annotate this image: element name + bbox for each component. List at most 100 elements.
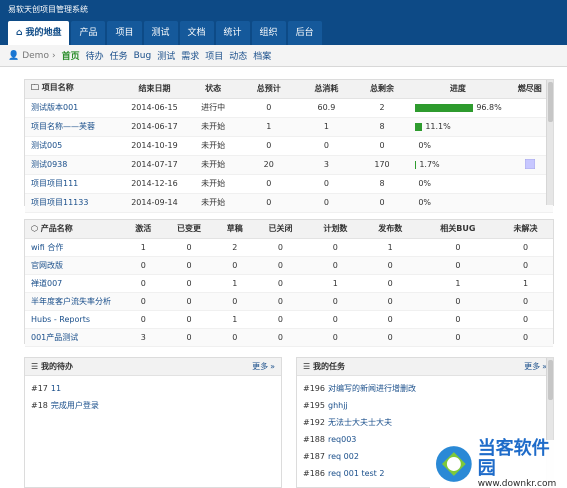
product-name-link[interactable]: 禅道007 — [25, 274, 125, 293]
progress-text: 0% — [418, 179, 432, 188]
task-title: 我的任务 — [312, 362, 345, 371]
product-stat: 1 — [125, 238, 162, 257]
tab-doc[interactable]: 文档 — [179, 21, 214, 45]
scroll-thumb[interactable] — [548, 82, 553, 122]
item-text[interactable]: 对编写的新闻进行增删改 — [328, 383, 416, 394]
tab-product[interactable]: 产品 — [71, 21, 106, 45]
subnav-test[interactable]: 测试 — [157, 49, 175, 62]
end-date: 2014-06-17 — [122, 117, 187, 137]
project-name-link[interactable]: 测试0938 — [25, 155, 123, 175]
item-text[interactable]: 11 — [51, 384, 61, 393]
product-stat: 1 — [417, 274, 499, 293]
item-text[interactable]: req 002 — [328, 452, 359, 461]
chevron-right-icon: › — [51, 50, 56, 61]
product-stat: 0 — [417, 328, 499, 347]
project-panel: 🗀 项目名称 结束日期 状态 总预计 总消耗 总剩余 进度 燃尽图 测试版本00… — [24, 79, 554, 213]
tab-stats[interactable]: 统计 — [215, 21, 250, 45]
main-navigation: ⌂ 我的地盘 产品 项目 测试 文档 统计 组织 后台 — [8, 21, 322, 45]
item-text[interactable]: 完成用户登录 — [51, 400, 99, 411]
product-name-link[interactable]: 半年度客户流失率分析 — [25, 292, 125, 311]
list-item[interactable]: #18 完成用户登录 — [31, 397, 275, 414]
product-stat: 0 — [253, 274, 308, 293]
progress-cell: 96.8% — [409, 98, 507, 118]
item-text[interactable]: req 001 test 2 — [328, 469, 384, 478]
todo-more-link[interactable]: 更多» — [252, 361, 275, 372]
product-stat: 0 — [125, 310, 162, 329]
tab-project[interactable]: 项目 — [107, 21, 142, 45]
product-stat: 0 — [307, 328, 363, 347]
end-date: 2014-10-19 — [122, 136, 187, 156]
product-stat: 0 — [498, 256, 553, 275]
subnav-project[interactable]: 项目 — [205, 49, 223, 62]
item-text[interactable]: 无法士大夫士大夫 — [328, 417, 392, 428]
col-total-left: 总剩余 — [354, 80, 410, 99]
tab-my-area[interactable]: ⌂ 我的地盘 — [8, 21, 70, 45]
subnav-profile[interactable]: 档案 — [253, 49, 271, 62]
product-stat: 1 — [216, 274, 254, 293]
list-item[interactable]: #192 无法士大夫士大夫 — [303, 414, 547, 431]
item-text[interactable]: ghhjj — [328, 401, 348, 410]
project-name-link[interactable]: 项目名称——芙蓉 — [25, 117, 123, 137]
table-row: 禅道007 0 0 1 0 1 0 1 1 — [25, 274, 553, 293]
tab-admin[interactable]: 后台 — [287, 21, 322, 45]
progress-text: 96.8% — [476, 103, 502, 112]
todo-panel: ☰ 我的待办 更多» #17 11 #18 完成用户登录 — [24, 357, 282, 488]
product-stat: 0 — [498, 328, 553, 347]
scroll-thumb[interactable] — [548, 360, 553, 400]
product-name-link[interactable]: wifi 合作 — [25, 238, 125, 257]
product-stat: 0 — [498, 292, 553, 311]
project-name-link[interactable]: 测试版本001 — [25, 98, 123, 118]
table-row: Hubs - Reports 0 0 1 0 0 0 0 0 — [25, 310, 553, 329]
task-more-link[interactable]: 更多» — [524, 361, 547, 372]
subnav-todo[interactable]: 待办 — [86, 49, 104, 62]
table-row: wifi 合作 1 0 2 0 0 1 0 0 — [25, 238, 553, 257]
product-name-link[interactable]: 001产品测试 — [25, 328, 125, 347]
project-name-link[interactable]: 项目项目111 — [25, 174, 123, 194]
progress-text: 0% — [418, 141, 432, 150]
project-name-link[interactable]: 项目项目11133 — [25, 193, 123, 213]
product-stat: 0 — [307, 310, 363, 329]
progress-cell: 0% — [409, 193, 507, 213]
subnav-bug[interactable]: Bug — [134, 51, 152, 61]
total-consumed: 1 — [298, 117, 355, 137]
product-stat: 0 — [307, 238, 363, 257]
list-item[interactable]: #195 ghhjj — [303, 397, 547, 414]
tab-label: 我的地盘 — [25, 28, 62, 38]
subnav-story[interactable]: 需求 — [181, 49, 199, 62]
product-stat: 0 — [161, 292, 217, 311]
product-stat: 0 — [253, 328, 308, 347]
item-id: #188 — [303, 435, 325, 444]
progress-text: 0% — [418, 198, 432, 207]
task-header: ☰ 我的任务 更多» — [297, 358, 553, 376]
subnav-dynamic[interactable]: 动态 — [229, 49, 247, 62]
status: 未开始 — [186, 117, 240, 137]
user-crumb[interactable]: 👤 Demo › — [8, 51, 56, 61]
product-stat: 0 — [253, 310, 308, 329]
product-stat: 0 — [161, 328, 217, 347]
tab-test[interactable]: 测试 — [143, 21, 178, 45]
total-left: 2 — [354, 98, 410, 118]
subnav-task[interactable]: 任务 — [110, 49, 128, 62]
product-name-link[interactable]: 官网改版 — [25, 256, 125, 275]
user-icon: 👤 — [8, 50, 20, 61]
subnav-home[interactable]: 首页 — [62, 49, 80, 62]
product-stat: 0 — [253, 292, 308, 311]
table-row: 测试0938 2014-07-17 未开始 20 3 170 1.7% — [25, 155, 553, 175]
burndown-chart-icon[interactable] — [524, 158, 535, 169]
col-total-est: 总预计 — [239, 80, 299, 99]
list-item[interactable]: #196 对编写的新闻进行增删改 — [303, 380, 547, 397]
product-stat: 0 — [216, 328, 254, 347]
list-item[interactable]: #17 11 — [31, 380, 275, 397]
product-name-link[interactable]: Hubs - Reports — [25, 310, 125, 329]
site-watermark: 当客软件园 www.downkr.com — [430, 438, 567, 488]
total-consumed: 0 — [298, 193, 355, 213]
tab-org[interactable]: 组织 — [251, 21, 286, 45]
total-est: 0 — [239, 136, 299, 156]
top-header: 易软天创项目管理系统 ⌂ 我的地盘 产品 项目 测试 文档 统计 组织 后台 — [0, 0, 567, 45]
project-name-link[interactable]: 测试005 — [25, 136, 123, 156]
product-stat: 0 — [253, 238, 308, 257]
watermark-title: 当客软件园 — [477, 438, 550, 479]
total-consumed: 0 — [298, 174, 355, 194]
project-scrollbar[interactable] — [546, 80, 553, 205]
item-text[interactable]: req003 — [328, 435, 356, 444]
